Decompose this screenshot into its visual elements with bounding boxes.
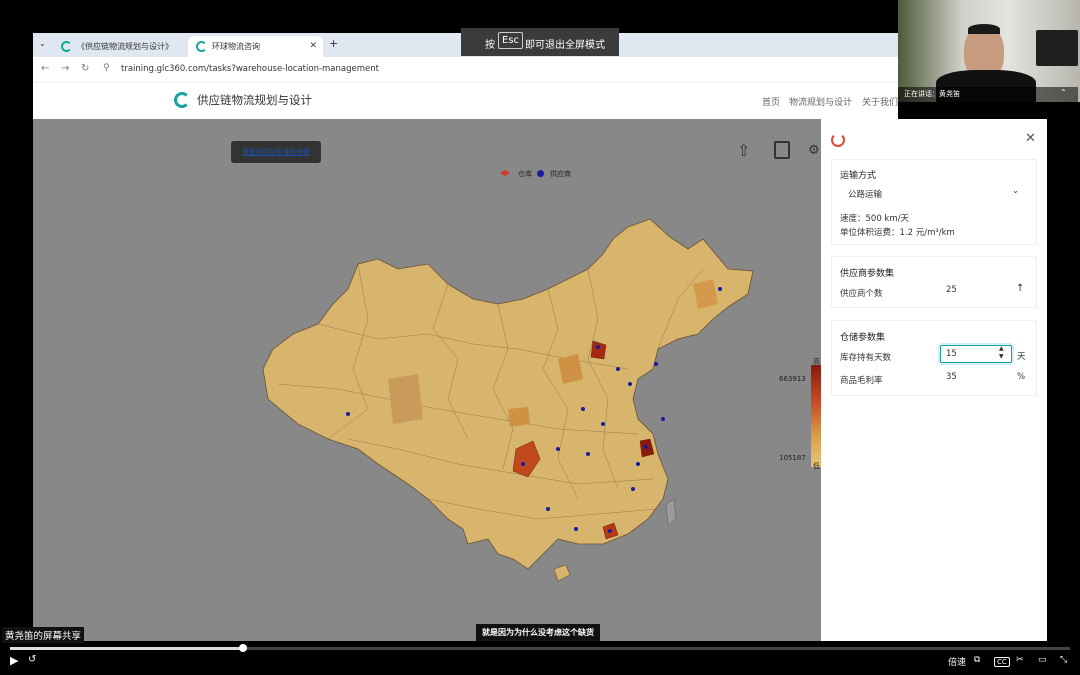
forward-icon[interactable]: →	[61, 63, 69, 74]
legend-supplier[interactable]: 供应商	[550, 169, 571, 179]
tab-label: 环球物流咨询	[212, 42, 260, 51]
fullscreen-banner: 按 Esc 即可退出全屏模式	[461, 28, 619, 56]
reload-icon[interactable]: ↻	[81, 63, 89, 74]
margin-label: 商品毛利率	[840, 376, 883, 386]
china-map[interactable]	[258, 209, 758, 629]
site-logo-icon	[174, 92, 190, 108]
arrow-up-icon[interactable]: ↑	[1016, 283, 1024, 294]
nav-home[interactable]: 首页	[762, 95, 780, 108]
address-bar: ← → ↻ ⚲ training.glc360.com/tasks?wareho…	[33, 57, 898, 83]
map-tooltip[interactable]: 覆盖当前区域 查看详情	[231, 141, 321, 163]
replay-icon[interactable]: ↺	[28, 654, 36, 665]
site-header: 供应链物流规划与设计 首页 物流规划与设计 关于我们	[33, 83, 898, 119]
picture-in-picture-icon[interactable]: ⧉	[974, 655, 980, 665]
transport-card: 运输方式 公路运输 ⌄ 速度：500 km/天 单位体积运费：1.2 元/m³/…	[831, 159, 1037, 245]
map-area[interactable]: 覆盖当前区域 查看详情 ⇧ ⚙ 仓库 供应商 高 663913 105187 低	[33, 119, 821, 641]
supplier-title: 供应商参数集	[840, 269, 895, 279]
visual-map-min: 105187	[779, 454, 806, 462]
supplier-count-input[interactable]: 25	[946, 285, 957, 295]
back-icon[interactable]: ←	[41, 63, 49, 74]
site-title[interactable]: 供应链物流规划与设计	[197, 92, 312, 108]
stepper-icon[interactable]: ▲ ▼	[999, 345, 1004, 361]
esc-key: Esc	[498, 32, 524, 49]
holding-days-value: 15	[946, 349, 957, 359]
chevron-down-icon: ⌄	[1012, 186, 1020, 196]
export-icon[interactable]: ⇧	[737, 141, 750, 160]
hainan-island	[553, 564, 571, 582]
play-icon[interactable]: ▶	[10, 654, 18, 667]
warehouse-legend-icon	[500, 170, 510, 176]
china-map-outline	[262, 218, 754, 570]
nav-logistics-design[interactable]: 物流规划与设计	[789, 95, 852, 108]
banner-prefix: 按	[485, 40, 495, 51]
transport-title: 运输方式	[840, 171, 877, 181]
supplier-card: 供应商参数集 供应商个数 25 ↑	[831, 256, 1037, 308]
visual-map-low: 低	[813, 462, 820, 470]
visual-map-bar[interactable]	[811, 365, 821, 467]
video-progress-fill	[10, 647, 244, 650]
transport-mode-select[interactable]: 公路运输 ⌄	[840, 184, 1028, 204]
site-favicon-icon	[196, 41, 207, 52]
video-progress-bar[interactable]	[10, 647, 1070, 650]
banner-suffix: 即可退出全屏模式	[525, 40, 605, 51]
holding-days-input[interactable]: 15 ▲ ▼	[940, 345, 1012, 363]
close-tab-icon[interactable]: ✕	[309, 36, 317, 57]
tab-label: 《供应链物流规划与设计》	[77, 42, 173, 51]
taiwan-island	[665, 498, 677, 526]
warehouse-card: 仓储参数集 库存持有天数 15 ▲ ▼ 天 商品毛利率 35 %	[831, 320, 1037, 396]
person-hair	[968, 24, 1000, 34]
close-icon[interactable]: ✕	[1025, 131, 1036, 146]
tab-course[interactable]: 《供应链物流规划与设计》 ✕	[53, 36, 207, 57]
speaking-indicator: 正在讲话：黄尧笛	[898, 87, 1078, 102]
warm-region	[508, 407, 530, 427]
warehouse-title: 仓储参数集	[840, 333, 886, 343]
playback-speed-button[interactable]: 倍速	[948, 655, 966, 668]
monitor-shape	[1036, 30, 1078, 66]
visual-map-max: 663913	[779, 375, 806, 383]
chevron-up-icon[interactable]: ⌃	[1060, 88, 1067, 97]
transport-cost: 单位体积运费：1.2 元/m³/km	[840, 228, 955, 238]
url-field[interactable]: training.glc360.com/tasks?warehouse-loca…	[121, 64, 379, 74]
supplier-legend-icon	[537, 170, 544, 177]
nav-about[interactable]: 关于我们	[862, 95, 898, 108]
warm-region	[388, 374, 423, 424]
settings-icon[interactable]: ⚙	[808, 143, 820, 158]
site-favicon-icon	[61, 41, 72, 52]
new-tab-button[interactable]: +	[329, 37, 338, 50]
holding-days-label: 库存持有天数	[840, 353, 892, 363]
margin-input[interactable]: 35	[946, 372, 957, 382]
captions-button[interactable]: CC	[994, 657, 1010, 667]
site-settings-icon[interactable]: ⚲	[103, 63, 110, 73]
subtitle-caption: 就是因为为什么没考虑这个缺货	[476, 624, 600, 641]
parameter-panel: ✕ 运输方式 公路运输 ⌄ 速度：500 km/天 单位体积运费：1.2 元/m…	[821, 119, 1047, 641]
supplier-count-label: 供应商个数	[840, 289, 883, 299]
refresh-icon[interactable]	[831, 133, 845, 147]
clip-icon[interactable]: ✂	[1016, 655, 1024, 665]
legend-warehouse[interactable]: 仓库	[518, 169, 532, 179]
visual-map-high: 高	[813, 358, 820, 366]
progress-knob[interactable]	[239, 644, 248, 652]
browser-window: ⌄ 《供应链物流规划与设计》 ✕ 环球物流咨询 ✕ + ← → ↻ ⚲ trai…	[33, 33, 898, 641]
fullscreen-exit-icon[interactable]: ⤡	[1060, 655, 1067, 665]
tab-consulting[interactable]: 环球物流咨询 ✕	[188, 36, 323, 57]
transport-speed: 速度：500 km/天	[840, 214, 909, 224]
clipboard-icon[interactable]	[774, 141, 790, 159]
transport-mode-value: 公路运输	[848, 190, 883, 200]
mini-window-icon[interactable]: ▭	[1038, 655, 1047, 665]
tab-list-chevron-icon[interactable]: ⌄	[39, 39, 46, 48]
holding-days-unit: 天	[1017, 352, 1026, 362]
screen-share-label: 黄尧笛的屏幕共享	[2, 627, 85, 643]
margin-unit: %	[1017, 372, 1026, 382]
